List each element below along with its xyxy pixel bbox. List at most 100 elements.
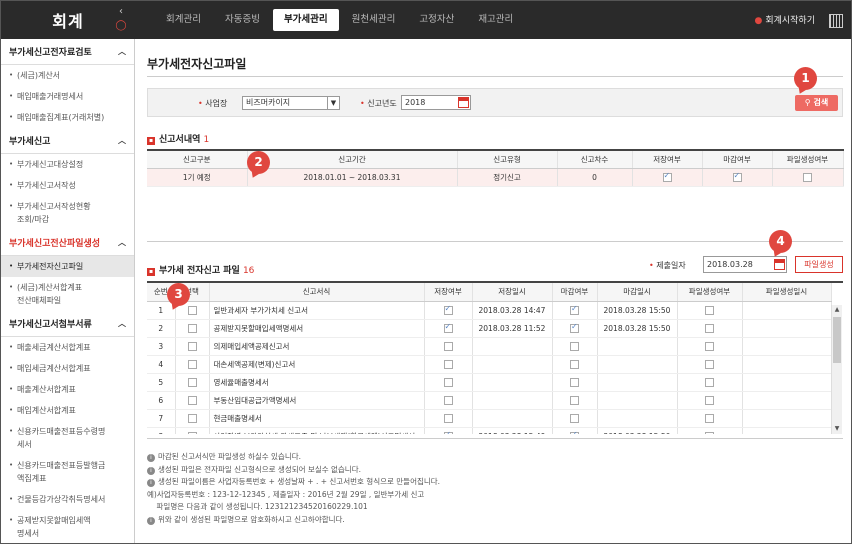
note-text: 파일명은 다음과 같이 생성됩니다. 123121234520160229.10… bbox=[147, 502, 368, 511]
sidebar-item[interactable]: 신용카드매출전표등수령명 세서 bbox=[1, 421, 134, 455]
calendar-icon[interactable] bbox=[774, 259, 785, 270]
nav-tab-3[interactable]: 부가세관리 bbox=[272, 9, 339, 31]
closed-checkbox bbox=[732, 171, 742, 182]
closed-cell bbox=[552, 373, 598, 392]
table-cell: 0 bbox=[557, 168, 633, 187]
row-number: 3 bbox=[147, 337, 176, 356]
nav-tab-4[interactable]: 원천세관리 bbox=[341, 9, 407, 31]
closed-cell bbox=[552, 319, 598, 338]
sidebar-section-2[interactable]: 부가세신고 ︿ bbox=[1, 128, 134, 154]
business-label: • 사업장 bbox=[198, 99, 228, 108]
sidebar-section-3[interactable]: 부가세신고전산파일생성 ︿ bbox=[1, 230, 134, 256]
table-row[interactable]: 7 현금매출명세서 bbox=[147, 409, 832, 428]
saved-at bbox=[472, 409, 553, 428]
business-select[interactable]: 비즈머카이지 ▼ bbox=[242, 96, 340, 110]
sidebar-item[interactable]: 부가세전자신고파일 bbox=[1, 256, 134, 277]
table-row[interactable]: 5 영세율매출명세서 bbox=[147, 373, 832, 392]
submit-date-field[interactable]: 2018.03.28 bbox=[703, 256, 787, 273]
created-checkbox bbox=[705, 377, 714, 387]
title-divider bbox=[147, 76, 843, 77]
files-table-container[interactable]: 순번 선택 신고서식 저장여부 저장일시 마감여부 마감일시 파일생성여부 파일생성일시 1 일반… bbox=[147, 281, 843, 434]
select-checkbox[interactable] bbox=[187, 431, 197, 434]
select-cell bbox=[175, 427, 210, 434]
closed-checkbox bbox=[570, 430, 579, 434]
note-line: i 생성된 파일은 전자파일 신고형식으로 생성되어 보실수 없습니다. bbox=[147, 464, 843, 477]
empty-row bbox=[147, 186, 843, 204]
nav-tab-2[interactable]: 자동증빙 bbox=[214, 9, 271, 31]
scrollbar-thumb[interactable] bbox=[833, 317, 841, 363]
files-section-title: ▪ 부가세 전자신고 파일 16 bbox=[147, 266, 255, 276]
table-row[interactable]: 3 의제매입세액공제신고서 bbox=[147, 337, 832, 356]
closed-checkbox bbox=[570, 413, 579, 423]
scroll-down-icon[interactable]: ▼ bbox=[832, 424, 842, 434]
table-row[interactable]: 1일반과세자 부가가치세 신고서2018.03.28 14:472018.03.… bbox=[147, 301, 832, 320]
sidebar-item[interactable]: 부가세신고대상설정 bbox=[1, 154, 134, 175]
files-table: 순번 선택 신고서식 저장여부 저장일시 마감여부 마감일시 파일생성여부 파일생성일시 1 일반… bbox=[147, 283, 832, 434]
sidebar-item[interactable]: 매출계산서합계표 bbox=[1, 379, 134, 400]
form-name: 공제받지못할매입세액명세서 bbox=[209, 319, 425, 338]
closed-checkbox bbox=[570, 359, 579, 369]
search-button[interactable]: ⚲ 검색 bbox=[795, 95, 838, 111]
select-checkbox[interactable] bbox=[187, 305, 197, 315]
sidebar-item[interactable]: 건물등감가상각취득명세서 bbox=[1, 489, 134, 510]
sidebar-item[interactable]: 부가세신고서작성현황 조회/마감 bbox=[1, 196, 134, 230]
sidebar-section-1[interactable]: 부가세신고전자료검토 ︿ bbox=[1, 39, 134, 65]
created-checkbox bbox=[705, 305, 714, 315]
scroll-up-icon[interactable]: ▲ bbox=[832, 305, 842, 315]
sidebar-item[interactable]: 부가세신고서작성 bbox=[1, 175, 134, 196]
sidebar-item[interactable]: 공제받지못할매입세액 명세서 bbox=[1, 510, 134, 543]
nav-tab-1[interactable]: 회계관리 bbox=[155, 9, 212, 31]
files-table-scrollbar[interactable]: ▲ ▼ bbox=[831, 305, 842, 434]
saved-checkbox bbox=[443, 413, 453, 423]
calendar-icon[interactable] bbox=[458, 97, 469, 108]
form-name: 사업장별 부가가치세 과세표준 및 납부세액(환급세액)신고명세서 bbox=[209, 427, 425, 434]
column-header: 파일생성여부 bbox=[772, 150, 844, 169]
info-icon: i bbox=[147, 454, 155, 462]
year-field[interactable]: 2018 bbox=[401, 95, 471, 110]
start-accounting-label: 회계시작하기 bbox=[765, 16, 815, 26]
closed-checkbox bbox=[570, 395, 579, 405]
sidebar-item[interactable]: 매입세금계산서합계표 bbox=[1, 358, 134, 379]
sidebar-item[interactable]: 매출세금계산서합계표 bbox=[1, 337, 134, 358]
table-row[interactable]: 4 대손세액공제(변제)신고서 bbox=[147, 355, 832, 374]
info-icon: ● bbox=[754, 16, 763, 26]
sidebar-section-title: 부가세신고서첨부서류 bbox=[9, 320, 92, 330]
column-header: 저장일시 bbox=[472, 283, 553, 302]
select-checkbox[interactable] bbox=[187, 377, 197, 387]
select-checkbox[interactable] bbox=[187, 359, 197, 369]
sidebar-item[interactable]: 매입매출거래명세서 bbox=[1, 86, 134, 107]
created-cell bbox=[677, 391, 743, 410]
select-checkbox[interactable] bbox=[187, 341, 197, 351]
select-checkbox[interactable] bbox=[187, 395, 197, 405]
headset-icon[interactable]: ◯ bbox=[113, 19, 129, 33]
collapse-sidebar-button[interactable]: ‹ ◯ bbox=[113, 5, 129, 35]
sidebar-item[interactable]: 매입계산서합계표 bbox=[1, 400, 134, 421]
generate-file-button[interactable]: 파일생성 bbox=[795, 256, 843, 273]
created-checkbox bbox=[705, 431, 714, 434]
saved-at bbox=[472, 355, 553, 374]
table-row[interactable]: 2 공제받지못할매입세액명세서 2018.03.28 11:52 2018.03.28… bbox=[147, 319, 832, 338]
calculator-icon[interactable] bbox=[829, 14, 843, 28]
select-checkbox[interactable] bbox=[187, 323, 197, 333]
search-panel: • 사업장 비즈머카이지 ▼ • 신고년도 2018 ⚲ 검색 bbox=[147, 88, 843, 117]
nav-tab-6[interactable]: 재고관리 bbox=[467, 9, 524, 31]
created-cell bbox=[677, 337, 743, 356]
select-checkbox[interactable] bbox=[187, 413, 197, 423]
start-accounting-link[interactable]: ● 회계시작하기 bbox=[754, 13, 815, 26]
sidebar-section-4[interactable]: 부가세신고서첨부서류 ︿ bbox=[1, 311, 134, 337]
sidebar-item[interactable]: (세금)계산서합계표 전산매체파일 bbox=[1, 277, 134, 311]
closed-at bbox=[597, 409, 678, 428]
saved-at: 2018.03.28 14:47 bbox=[472, 301, 553, 320]
submit-date-label: • 제출일자 bbox=[649, 261, 686, 270]
sidebar-item[interactable]: (세금)계산서 bbox=[1, 65, 134, 86]
table-row[interactable]: 8 사업장별 부가가치세 과세표준 및 납부세액(환급세액)신고명세서 2018.0… bbox=[147, 427, 832, 434]
sidebar-item[interactable]: 신용카드매출전표등발행금 액집계표 bbox=[1, 455, 134, 489]
select-cell bbox=[175, 391, 210, 410]
nav-tab-5[interactable]: 고정자산 bbox=[408, 9, 465, 31]
sidebar-item[interactable]: 매입매출집계표(거래처별) bbox=[1, 107, 134, 128]
closed-at: 2018.03.28 15:50 bbox=[597, 319, 678, 338]
form-name: 현금매출명세서 bbox=[209, 409, 425, 428]
table-row[interactable]: 6 부동산임대공급가액명세서 bbox=[147, 391, 832, 410]
page-title: 부가세전자신고파일 bbox=[147, 57, 247, 71]
created-checkbox bbox=[705, 341, 714, 351]
